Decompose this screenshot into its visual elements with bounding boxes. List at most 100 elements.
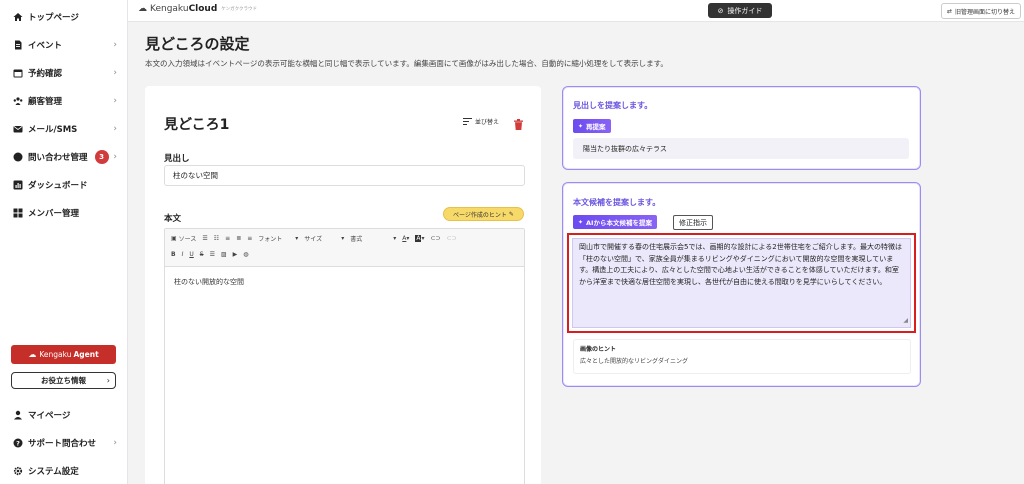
page-hint-label: ページ作成のヒント — [453, 211, 507, 219]
sidebar-item-event[interactable]: イベント › — [0, 35, 128, 55]
agent-prefix: Kengaku — [39, 350, 72, 359]
sidebar-item-label: サポート問合わせ — [28, 439, 97, 449]
logo-subtitle: ケンガククラウド — [221, 7, 257, 12]
suggested-heading[interactable]: 陽当たり抜群の広々テラス — [573, 138, 909, 159]
people-icon — [13, 96, 23, 106]
sidebar-item-label: マイページ — [28, 411, 71, 421]
link-icon[interactable]: ⊂⊃ — [431, 235, 441, 242]
chevron-right-icon: › — [113, 40, 117, 50]
heading-input[interactable]: 柱のない空間 — [164, 165, 525, 186]
sidebar-item-mypage[interactable]: マイページ — [0, 405, 128, 425]
image-hint-value: 広々とした開放的なリビングダイニング — [580, 358, 689, 365]
editor-content[interactable]: 柱のない開放的な空間 — [165, 267, 524, 297]
sidebar-item-label: メンバー管理 — [28, 209, 80, 219]
suggested-body-text: 岡山市で開催する春の住宅展示会5では、画期的な設計による2世帯住宅をご紹介します… — [579, 243, 902, 286]
italic-icon[interactable]: I — [182, 251, 184, 258]
switch-old-admin-button[interactable]: ⇄ 旧管理画面に切り替え — [941, 3, 1021, 19]
heading-suggestion-panel: 見出しを提案します。 ✦ 再提案 陽当たり抜群の広々テラス — [562, 86, 921, 170]
format-select[interactable]: 書式 ▾ — [350, 234, 396, 243]
highlighted-region: 岡山市で開催する春の住宅展示会5では、画期的な設計による2世帯住宅をご紹介します… — [567, 233, 916, 333]
sidebar-item-mail[interactable]: メール/SMS › — [0, 119, 128, 139]
sidebar-item-label: 顧客管理 — [28, 97, 63, 107]
bg-color-icon[interactable]: A ▾ — [415, 235, 425, 242]
body-suggestion-panel: 本文候補を提案します。 ✦ AIから本文候補を提案 修正指示 岡山市で開催する春… — [562, 182, 921, 387]
operation-guide-label: 操作ガイド — [727, 6, 763, 15]
top-bar: ☁ Kengaku Cloud ケンガククラウド ⊘ 操作ガイド ⇄ 旧管理画面に… — [128, 0, 1024, 22]
heading-field-label: 見出し — [164, 154, 190, 164]
page-title: 見どころの設定 — [145, 35, 250, 53]
font-select[interactable]: フォント ▾ — [258, 234, 298, 243]
body-suggestion-title: 本文候補を提案します。 — [573, 198, 661, 207]
useful-info-button[interactable]: お役立ち情報 › — [11, 372, 116, 389]
rich-text-editor[interactable]: ▣ ソース ☰ ☷ ≡ ≣ ≡ フォント ▾ サイズ ▾ 書式 ▾ A ▾ A ▾ ⊂⊃ ⊂… — [164, 228, 525, 484]
resize-handle-icon[interactable]: ◢ — [903, 315, 908, 327]
agent-bold: Agent — [73, 350, 99, 359]
sidebar-item-dashboard[interactable]: ダッシュボード — [0, 175, 128, 195]
sidebar-item-support[interactable]: ? サポート問合わせ › — [0, 433, 128, 453]
image-icon[interactable]: ▨ — [221, 251, 227, 258]
source-button[interactable]: ▣ ソース — [171, 234, 196, 243]
ai-suggest-body-button[interactable]: ✦ AIから本文候補を提案 — [573, 215, 657, 229]
re-suggest-button[interactable]: ✦ 再提案 — [573, 119, 611, 133]
underline-icon[interactable]: U — [189, 251, 193, 258]
calendar-icon — [13, 68, 23, 78]
revision-instruction-button[interactable]: 修正指示 — [673, 215, 713, 230]
sidebar-item-members[interactable]: メンバー管理 — [0, 203, 128, 223]
sort-label: 並び替え — [475, 119, 500, 126]
strikethrough-icon[interactable]: S — [200, 251, 204, 258]
size-label: サイズ — [304, 236, 323, 243]
sidebar-item-inquiry[interactable]: 問い合わせ管理 3 › — [0, 147, 128, 167]
app-logo[interactable]: ☁ Kengaku Cloud ケンガククラウド — [138, 4, 257, 14]
sidebar-item-label: イベント — [28, 41, 63, 51]
align-center-icon[interactable]: ≣ — [236, 235, 241, 242]
home-icon — [13, 12, 23, 22]
dropdown-icon: ▾ — [341, 235, 345, 242]
editor-toolbar: ▣ ソース ☰ ☷ ≡ ≣ ≡ フォント ▾ サイズ ▾ 書式 ▾ A ▾ A ▾ ⊂⊃ ⊂… — [165, 229, 524, 267]
gear-icon — [13, 466, 23, 476]
switch-icon: ⇄ — [946, 7, 952, 15]
bulleted-list-icon[interactable]: ☷ — [214, 235, 219, 242]
switch-old-admin-label: 旧管理画面に切り替え — [955, 8, 1016, 16]
globe-icon[interactable]: ◍ — [243, 251, 248, 258]
sidebar-item-label: メール/SMS — [28, 125, 78, 135]
sidebar-item-label: システム設定 — [28, 467, 79, 477]
suggested-body-textarea[interactable]: 岡山市で開催する春の住宅展示会5では、画期的な設計による2世帯住宅をご紹介します… — [572, 238, 911, 328]
kengaku-agent-button[interactable]: ☁ Kengaku Agent — [11, 345, 116, 364]
dropdown-icon: ▾ — [295, 235, 299, 242]
bold-icon[interactable]: B — [171, 251, 176, 258]
cloud-icon: ☁ — [28, 350, 37, 359]
sort-button[interactable]: 並び替え — [463, 117, 499, 126]
image-hint-box: 画像のヒント 広々とした開放的なリビングダイニング — [573, 339, 911, 374]
numbered-list-icon[interactable]: ☰ — [202, 235, 207, 242]
chart-icon — [13, 180, 23, 190]
unlink-icon[interactable]: ⊂⊃ — [447, 235, 457, 242]
video-icon[interactable]: ▶ — [233, 251, 238, 258]
chevron-right-icon: › — [113, 438, 117, 448]
size-select[interactable]: サイズ ▾ — [304, 234, 344, 243]
user-icon — [13, 410, 23, 420]
source-icon: ▣ — [171, 235, 177, 242]
sidebar-item-label: 問い合わせ管理 — [28, 153, 88, 163]
sidebar-item-reservation[interactable]: 予約確認 › — [0, 63, 128, 83]
cloud-logo-icon: ☁ — [138, 4, 147, 14]
chevron-right-icon: › — [113, 68, 117, 78]
sidebar-item-top[interactable]: トップページ — [0, 7, 128, 27]
sparkle-icon: ✦ — [578, 218, 584, 226]
source-label: ソース — [178, 236, 197, 243]
grid-icon — [13, 208, 23, 218]
trash-icon[interactable] — [514, 115, 523, 134]
sidebar-item-settings[interactable]: システム設定 — [0, 461, 128, 481]
compass-icon: ⊘ — [717, 6, 724, 15]
chat-icon — [13, 152, 23, 162]
page-hint-button[interactable]: ページ作成のヒント ✎ — [443, 207, 524, 221]
pencil-icon: ✎ — [508, 210, 514, 218]
sidebar-item-customers[interactable]: 顧客管理 › — [0, 91, 128, 111]
mail-icon — [13, 124, 23, 134]
sparkle-icon: ✦ — [578, 122, 584, 130]
align-right-icon[interactable]: ≡ — [247, 235, 252, 242]
operation-guide-button[interactable]: ⊘ 操作ガイド — [708, 3, 772, 18]
horizontal-rule-icon[interactable]: ☰ — [210, 251, 215, 258]
align-left-icon[interactable]: ≡ — [225, 235, 230, 242]
dropdown-icon: ▾ — [393, 235, 397, 242]
text-color-icon[interactable]: A ▾ — [402, 235, 409, 242]
